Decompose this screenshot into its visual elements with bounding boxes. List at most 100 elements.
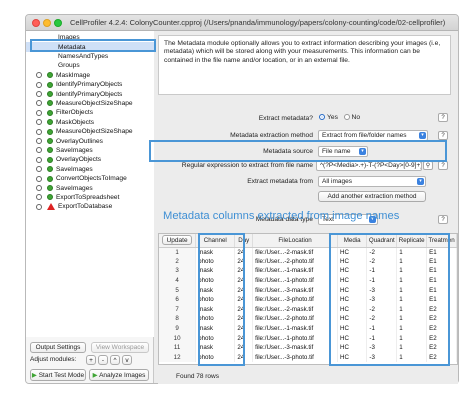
module-item[interactable]: MeasureObjectSizeShape [26, 99, 154, 108]
extraction-method-value: Extract from file/folder names [322, 132, 407, 139]
metadata-table[interactable]: Update Channel Day FileLocation Media Quadra… [158, 233, 458, 365]
extraction-method-dropdown[interactable]: Extract from file/folder names ▾ [318, 130, 428, 141]
start-test-mode-button[interactable]: ▶ Start Test Mode [30, 369, 86, 381]
close-window-button[interactable] [32, 19, 40, 27]
module-name: OverlayObjects [56, 156, 102, 164]
module-item[interactable]: Groups [26, 61, 154, 70]
module-item[interactable]: OverlayObjects [26, 155, 154, 164]
table-row[interactable]: 8 photo 24 file:/User...-2-photo.tif HC -2 1 E2 [159, 314, 457, 324]
help-button[interactable]: ? [438, 161, 448, 170]
pipeline-panel: Images Metadata NamesAndTypes Groups MaskIma… [26, 31, 154, 383]
table-cell: HC [337, 323, 368, 334]
eye-toggle-icon[interactable] [36, 91, 42, 98]
row-number: 2 [159, 256, 197, 267]
view-workspace-button[interactable]: View Workspace [91, 342, 149, 353]
table-cell: -3 [366, 294, 398, 305]
column-header[interactable]: Treatmen [426, 234, 457, 248]
column-header[interactable]: Replicate [396, 234, 428, 248]
module-item[interactable]: SaveImages [26, 146, 154, 155]
table-row[interactable]: 5 mask 24 file:/User...-3-mask.tif HC -3 1 E1 [159, 285, 457, 295]
regex-input[interactable]: ^(?P<Media>.+)-T-(?P<Day>[0-9]+)-[0-9] [316, 160, 422, 171]
eye-toggle-icon[interactable] [36, 175, 42, 182]
module-item[interactable]: FilterObjects [26, 108, 154, 117]
column-header[interactable]: FileLocation [252, 234, 338, 248]
table-row[interactable]: 4 photo 24 file:/User...-1-photo.tif HC -1 1 E1 [159, 275, 457, 286]
eye-toggle-icon[interactable] [36, 166, 42, 173]
title-bar: CellProfiler 4.2.4: ColonyCounter.cpproj… [26, 15, 458, 31]
module-list[interactable]: Images Metadata NamesAndTypes Groups MaskIma… [26, 31, 154, 337]
table-cell: -3 [366, 285, 398, 295]
eye-toggle-icon[interactable] [36, 156, 42, 163]
extract-metadata-label: Extract metadata? [258, 115, 313, 122]
help-button[interactable]: ? [438, 131, 448, 140]
zoom-window-button[interactable] [54, 19, 62, 27]
eye-toggle-icon[interactable] [36, 138, 42, 145]
table-cell: 24 [234, 342, 254, 353]
module-item[interactable]: MaskImage [26, 71, 154, 80]
analyze-images-button[interactable]: ▶ Analyze Images [89, 369, 149, 381]
table-cell: E1 [426, 275, 457, 286]
table-cell: -2 [366, 256, 398, 267]
eye-toggle-icon[interactable] [36, 194, 42, 201]
module-item[interactable]: ExportToDatabase [26, 202, 154, 211]
regex-tool-icon[interactable]: ⚲ [423, 161, 433, 170]
module-item[interactable]: OverlayOutlines [26, 136, 154, 145]
add-module-button[interactable]: + [86, 355, 96, 365]
table-cell: E2 [426, 314, 457, 324]
column-header[interactable]: Quadrant [366, 234, 398, 248]
module-item[interactable]: IdentifyPrimaryObjects [26, 89, 154, 98]
table-cell: file:/User...-3-photo.tif [252, 294, 338, 305]
module-item[interactable]: ExportToSpreadsheet [26, 193, 154, 202]
module-item[interactable]: IdentifyPrimaryObjects [26, 80, 154, 89]
minimize-window-button[interactable] [43, 19, 51, 27]
eye-toggle-icon[interactable] [36, 203, 42, 210]
remove-module-button[interactable]: - [98, 355, 108, 365]
eye-toggle-icon[interactable] [36, 128, 42, 135]
move-module-down-button[interactable]: v [122, 355, 132, 365]
column-header[interactable]: Channel [195, 234, 236, 248]
eye-toggle-icon[interactable] [36, 100, 42, 107]
output-settings-button[interactable]: Output Settings [30, 342, 86, 353]
metadata-source-label: Metadata source [263, 148, 313, 155]
module-item[interactable]: Images [26, 33, 154, 42]
column-header[interactable]: Media [337, 234, 368, 248]
module-item[interactable]: MaskObjects [26, 118, 154, 127]
eye-toggle-icon[interactable] [36, 119, 42, 126]
table-cell: mask [195, 285, 236, 295]
module-item[interactable]: ConvertObjectsToImage [26, 174, 154, 183]
module-item[interactable]: MeasureObjectSizeShape [26, 127, 154, 136]
table-row[interactable]: 1 mask 24 file:/User...-2-mask.tif HC -2 1 E1 [159, 247, 457, 257]
module-item[interactable]: SaveImages [26, 183, 154, 192]
column-header[interactable]: Day [234, 234, 254, 248]
table-row[interactable]: 9 mask 24 file:/User...-1-mask.tif HC -1 1 E2 [159, 323, 457, 334]
update-button[interactable]: Update [162, 235, 193, 246]
table-row[interactable]: 3 mask 24 file:/User...-1-mask.tif HC -1 1 E1 [159, 266, 457, 276]
module-item[interactable]: Metadata [26, 42, 154, 52]
table-row[interactable]: 2 photo 24 file:/User...-2-photo.tif HC -2 1 E1 [159, 256, 457, 267]
help-button[interactable]: ? [438, 113, 448, 122]
table-cell: 1 [396, 247, 428, 257]
move-module-up-button[interactable]: ^ [110, 355, 120, 365]
metadata-source-dropdown[interactable]: File name ▾ [318, 146, 368, 157]
eye-toggle-icon[interactable] [36, 147, 42, 154]
eye-toggle-icon[interactable] [36, 72, 42, 79]
module-name: SaveImages [56, 184, 93, 192]
table-row[interactable]: 6 photo 24 file:/User...-3-photo.tif HC -3 1 E1 [159, 294, 457, 305]
help-button[interactable]: ? [438, 215, 448, 224]
table-row[interactable]: 10 photo 24 file:/User...-1-photo.tif HC -1 1 E… [159, 333, 457, 343]
eye-toggle-icon[interactable] [36, 81, 42, 88]
radio-no[interactable] [343, 114, 350, 121]
extract-from-dropdown[interactable]: All images ▾ [318, 176, 426, 187]
table-cell: E2 [426, 323, 457, 334]
eye-toggle-icon[interactable] [36, 109, 42, 116]
table-row[interactable]: 11 mask 24 file:/User...-3-mask.tif HC -3 1 E2 [159, 342, 457, 353]
table-row[interactable]: 12 photo 24 file:/User...-3-photo.tif HC -3 1 E… [159, 352, 457, 363]
radio-yes[interactable] [319, 114, 325, 121]
module-item[interactable]: SaveImages [26, 165, 154, 174]
row-number: 9 [159, 323, 197, 334]
add-extraction-method-button[interactable]: Add another extraction method [318, 191, 426, 202]
module-item[interactable]: NamesAndTypes [26, 52, 154, 61]
table-row[interactable]: 7 mask 24 file:/User...-2-mask.tif HC -2 1 E2 [159, 304, 457, 315]
table-cell: 24 [234, 352, 254, 363]
eye-toggle-icon[interactable] [36, 185, 42, 192]
